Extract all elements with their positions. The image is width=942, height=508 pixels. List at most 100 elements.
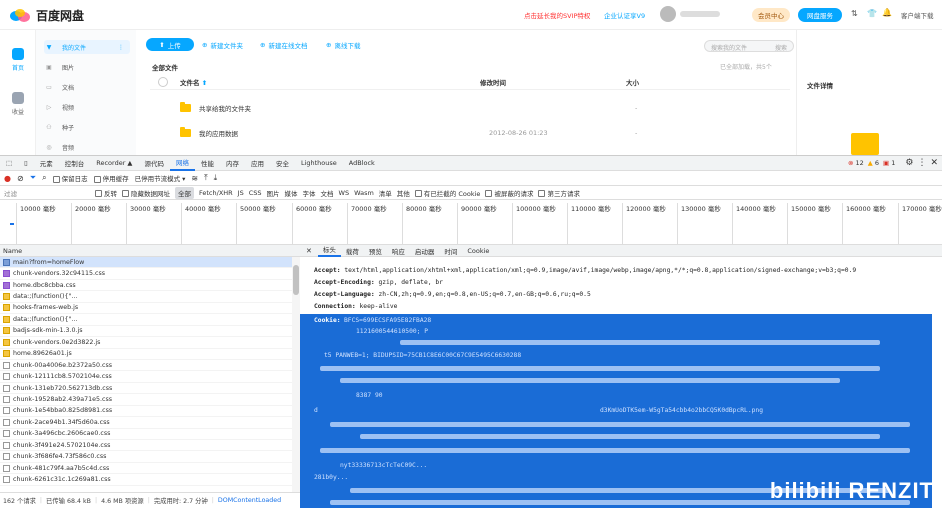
filter-type-fetch[interactable]: Fetch/XHR — [199, 189, 233, 197]
filter-type-manifest[interactable]: 清单 — [379, 188, 392, 198]
username-blurred[interactable] — [680, 11, 720, 17]
tab-console[interactable]: 控制台 — [59, 155, 91, 171]
request-row[interactable]: home.dbc8cbba.css — [0, 280, 300, 292]
select-all-checkbox[interactable] — [158, 76, 168, 87]
filter-type-doc[interactable]: 文档 — [321, 188, 334, 198]
new-folder-button[interactable]: ⊕ 新建文件夹 — [202, 38, 243, 51]
file-row[interactable]: 我的应用数据 2012-08-26 01:23 - — [150, 122, 790, 144]
col-size[interactable]: 大小 — [626, 77, 726, 87]
col-name[interactable]: 文件名 ⬆ — [180, 77, 480, 87]
request-row[interactable]: chunk-3f686fe4.73f586c0.css — [0, 451, 300, 463]
new-online-doc-button[interactable]: ⊕ 新建在线文档 — [260, 38, 307, 51]
filter-type-wasm[interactable]: Wasm — [354, 189, 374, 197]
request-row[interactable]: chunk-3f491e24.5702104e.css — [0, 440, 300, 452]
error-badge[interactable]: ⊗ 12 — [848, 159, 864, 167]
throttle-select[interactable]: 已停用节流模式 ▾ — [135, 173, 186, 183]
file-row[interactable]: 共享给我的文件夹 - — [150, 97, 790, 119]
tab-initiator[interactable]: 启动器 — [410, 246, 440, 256]
member-service-button[interactable]: 网盘服务 — [798, 8, 842, 22]
client-download-link[interactable]: 客户端下载 — [901, 10, 934, 20]
request-row[interactable]: hooks-frames-web.js — [0, 303, 300, 315]
close-detail-icon[interactable]: ✕ — [300, 247, 318, 255]
gear-icon[interactable]: ⚙ — [905, 158, 913, 168]
tab-memory[interactable]: 内存 — [220, 155, 245, 171]
blocked-cookies-checkbox[interactable]: 有已拦截的 Cookie — [414, 188, 480, 198]
device-icon[interactable]: ▯ — [18, 155, 34, 171]
request-row[interactable]: chunk-vendors.32c94115.css — [0, 268, 300, 280]
disable-cache-checkbox[interactable]: 停用缓存 — [93, 173, 129, 183]
clear-icon[interactable]: ⊘ — [17, 174, 24, 183]
sidebar-item-torrents[interactable]: ⚇ 种子 — [44, 120, 130, 134]
more-icon[interactable]: ⋮ — [118, 44, 124, 51]
more-vert-icon[interactable]: ⋮ — [917, 158, 926, 168]
search-input[interactable]: 搜索我的文件 搜索 — [704, 40, 794, 52]
bell-icon[interactable]: 🔔 — [882, 8, 892, 17]
tab-cookies[interactable]: Cookie — [462, 247, 494, 255]
request-row[interactable]: chunk-2ace94b1.34f5d60a.css — [0, 417, 300, 429]
tab-application[interactable]: 应用 — [245, 155, 270, 171]
record-icon[interactable]: ● — [4, 174, 11, 183]
preserve-log-checkbox[interactable]: 保留日志 — [52, 173, 88, 183]
request-row[interactable]: main?from=homeFlow — [0, 257, 300, 269]
search-icon[interactable]: ⌕ — [42, 173, 46, 183]
issues-badge[interactable]: ▣ 1 — [883, 159, 895, 167]
filter-type-media[interactable]: 媒体 — [285, 188, 298, 198]
sidebar-item-my-files[interactable]: ▼ 我的文件 ⋮ — [44, 40, 130, 54]
request-row[interactable]: home.89626a01.js — [0, 349, 300, 360]
filter-type-js[interactable]: JS — [238, 189, 244, 197]
tab-network[interactable]: 网络 — [169, 155, 195, 171]
shirt-icon[interactable]: 👕 — [867, 9, 877, 18]
breadcrumb[interactable]: 全部文件 — [152, 62, 178, 72]
tab-response[interactable]: 响应 — [387, 246, 410, 256]
filter-type-img[interactable]: 图片 — [267, 188, 280, 198]
warning-badge[interactable]: ▲ 6 — [868, 159, 879, 167]
tab-performance[interactable]: 性能 — [195, 155, 220, 171]
filter-icon[interactable]: ⏷ — [30, 173, 36, 183]
tab-preview[interactable]: 预览 — [364, 246, 387, 256]
tab-headers[interactable]: 标头 — [317, 245, 341, 257]
wifi-icon[interactable]: ≋ — [191, 174, 198, 183]
request-row[interactable]: chunk-00a4006e.b2372a50.css — [0, 360, 300, 372]
hide-data-urls-checkbox[interactable]: 隐藏数据网址 — [122, 188, 170, 198]
request-row[interactable]: chunk-vendors.0e2d3822.js — [0, 337, 300, 349]
filter-type-css[interactable]: CSS — [249, 189, 262, 197]
filter-type-ws[interactable]: WS — [339, 189, 350, 197]
transfer-icon[interactable]: ⇅ — [851, 9, 858, 18]
svip-promo-link[interactable]: 点击延长我的SVIP特权 — [524, 10, 590, 20]
request-row[interactable]: data:;(function(){"... — [0, 314, 300, 326]
close-icon[interactable]: ✕ — [930, 158, 938, 168]
inspect-icon[interactable]: ⬚ — [0, 155, 18, 171]
request-row[interactable]: chunk-481c79f4.aa7b5c4d.css — [0, 463, 300, 475]
blocked-requests-checkbox[interactable]: 被屏蔽的请求 — [485, 188, 533, 198]
filter-type-font[interactable]: 字体 — [303, 188, 316, 198]
invert-checkbox[interactable]: 反转 — [95, 188, 117, 198]
sidebar-item-docs[interactable]: ▭ 文档 — [44, 80, 130, 94]
request-row[interactable]: chunk-19528ab2.439a71e5.css — [0, 394, 300, 406]
request-row[interactable]: chunk-131eb720.562713db.css — [0, 383, 300, 395]
tab-elements[interactable]: 元素 — [34, 155, 59, 171]
export-icon[interactable]: ⤓ — [214, 173, 218, 183]
network-timeline[interactable]: 10000 毫秒 20000 毫秒 30000 毫秒 40000 毫秒 5000… — [0, 200, 942, 245]
upload-button[interactable]: ⬆ 上传 — [146, 38, 194, 51]
search-button[interactable]: 搜索 — [775, 43, 787, 52]
request-row[interactable]: data:;(function(){"... — [0, 291, 300, 303]
logo[interactable]: 百度网盘 — [10, 7, 84, 24]
scrollbar-thumb[interactable] — [293, 265, 299, 295]
import-icon[interactable]: ⤒ — [204, 173, 208, 183]
sidebar-item-audio[interactable]: ◎ 音频 — [44, 140, 130, 154]
enterprise-link[interactable]: 企业认证享V9 — [604, 10, 645, 20]
avatar[interactable] — [660, 6, 676, 22]
request-list-header[interactable]: Name — [0, 245, 300, 257]
filter-input[interactable]: 过滤 — [4, 188, 90, 198]
tab-payload[interactable]: 载荷 — [341, 246, 364, 256]
tab-security[interactable]: 安全 — [270, 155, 295, 171]
tab-adblock[interactable]: AdBlock — [343, 155, 381, 171]
tab-recorder[interactable]: Recorder ▲ — [90, 155, 138, 171]
tab-lighthouse[interactable]: Lighthouse — [295, 155, 343, 171]
request-row[interactable]: chunk-1e54bba0.825d8981.css — [0, 406, 300, 418]
tab-timing[interactable]: 时间 — [439, 246, 462, 256]
offline-download-button[interactable]: ⊕ 离线下载 — [326, 38, 360, 51]
third-party-checkbox[interactable]: 第三方请求 — [538, 188, 580, 198]
request-list-scrollbar[interactable] — [292, 257, 300, 492]
filter-type-other[interactable]: 其他 — [397, 188, 410, 198]
